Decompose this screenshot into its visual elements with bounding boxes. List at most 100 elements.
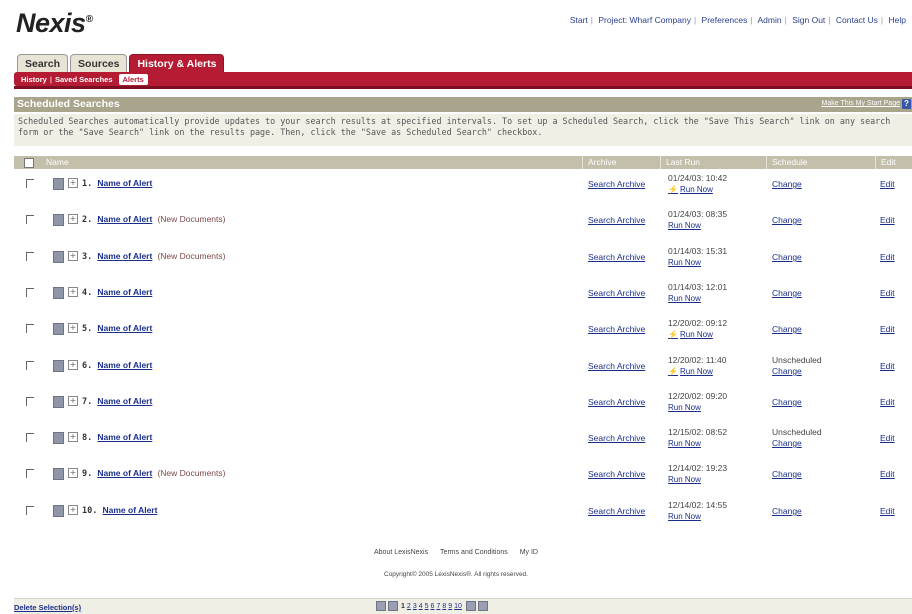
expand-icon[interactable]: +: [68, 287, 78, 297]
subtab-saved-searches[interactable]: Saved Searches: [52, 75, 116, 84]
row-checkbox[interactable]: [26, 433, 34, 442]
tab-history-alerts[interactable]: History & Alerts: [129, 54, 225, 72]
change-schedule-link[interactable]: Change: [772, 506, 802, 516]
help-icon[interactable]: ?: [902, 99, 911, 109]
alert-name-link[interactable]: Name of Alert: [97, 214, 152, 224]
edit-link[interactable]: Edit: [880, 215, 895, 225]
column-header-archive[interactable]: Archive: [588, 157, 616, 167]
topnav-admin[interactable]: Admin: [758, 15, 782, 25]
expand-icon[interactable]: +: [68, 178, 78, 188]
run-now-link[interactable]: Run Now: [668, 220, 727, 231]
run-now-link[interactable]: ⚡ Run Now: [668, 184, 727, 195]
delete-selection-button[interactable]: Delete Selection(s): [14, 603, 81, 612]
expand-icon[interactable]: +: [68, 251, 78, 261]
row-checkbox[interactable]: [26, 361, 34, 370]
previous-page-icon[interactable]: [388, 601, 398, 611]
row-checkbox[interactable]: [26, 252, 34, 261]
row-checkbox[interactable]: [26, 506, 34, 515]
page-link[interactable]: 5: [425, 603, 429, 610]
change-schedule-link[interactable]: Change: [772, 324, 802, 334]
footer-link-about[interactable]: About LexisNexis: [374, 549, 428, 556]
document-icon[interactable]: [53, 360, 64, 372]
alert-name-link[interactable]: Name of Alert: [97, 360, 152, 370]
search-archive-link[interactable]: Search Archive: [588, 324, 645, 334]
run-now-link[interactable]: Run Now: [668, 438, 727, 449]
edit-link[interactable]: Edit: [880, 469, 895, 479]
expand-icon[interactable]: +: [68, 468, 78, 478]
topnav-sign-out[interactable]: Sign Out: [792, 15, 825, 25]
expand-icon[interactable]: +: [68, 505, 78, 515]
next-page-icon[interactable]: [465, 601, 476, 611]
footer-link-my-id[interactable]: My ID: [520, 549, 538, 556]
search-archive-link[interactable]: Search Archive: [588, 288, 645, 298]
first-page-icon[interactable]: [376, 601, 386, 611]
page-link[interactable]: 7: [436, 603, 440, 610]
make-start-page-link[interactable]: Make This My Start Page: [822, 100, 900, 107]
tab-search[interactable]: Search: [17, 54, 69, 72]
run-now-link[interactable]: Run Now: [668, 257, 727, 268]
alert-name-link[interactable]: Name of Alert: [97, 432, 152, 442]
expand-icon[interactable]: +: [68, 360, 78, 370]
run-now-link[interactable]: Run Now: [668, 402, 727, 413]
search-archive-link[interactable]: Search Archive: [588, 397, 645, 407]
search-archive-link[interactable]: Search Archive: [588, 506, 645, 516]
change-schedule-link[interactable]: Change: [772, 469, 802, 479]
document-icon[interactable]: [53, 214, 64, 226]
column-header-name[interactable]: Name: [46, 157, 69, 167]
search-archive-link[interactable]: Search Archive: [588, 252, 645, 262]
run-now-link[interactable]: ⚡ Run Now: [668, 366, 726, 377]
footer-link-terms[interactable]: Terms and Conditions: [440, 549, 508, 556]
expand-icon[interactable]: +: [68, 396, 78, 406]
document-icon[interactable]: [53, 505, 64, 517]
alert-name-link[interactable]: Name of Alert: [97, 468, 152, 478]
run-now-link[interactable]: Run Now: [668, 293, 727, 304]
document-icon[interactable]: [53, 287, 64, 299]
page-link[interactable]: 3: [413, 603, 417, 610]
change-schedule-link[interactable]: Change: [772, 288, 802, 298]
change-schedule-link[interactable]: Change: [772, 397, 802, 407]
alert-name-link[interactable]: Name of Alert: [97, 323, 152, 333]
subtab-alerts[interactable]: Alerts: [118, 73, 148, 85]
tab-sources[interactable]: Sources: [70, 54, 128, 72]
edit-link[interactable]: Edit: [880, 324, 895, 334]
change-schedule-link[interactable]: Change: [772, 366, 802, 376]
alert-name-link[interactable]: Name of Alert: [102, 505, 157, 515]
row-checkbox[interactable]: [26, 179, 34, 188]
page-link[interactable]: 8: [442, 603, 446, 610]
column-header-last-run[interactable]: Last Run: [666, 157, 700, 167]
nexis-logo[interactable]: Nexis®: [16, 8, 93, 39]
search-archive-link[interactable]: Search Archive: [588, 433, 645, 443]
search-archive-link[interactable]: Search Archive: [588, 179, 645, 189]
document-icon[interactable]: [53, 178, 64, 190]
change-schedule-link[interactable]: Change: [772, 179, 802, 189]
search-archive-link[interactable]: Search Archive: [588, 215, 645, 225]
topnav-help[interactable]: Help: [889, 15, 906, 25]
page-link[interactable]: 10: [454, 603, 462, 610]
change-schedule-link[interactable]: Change: [772, 252, 802, 262]
column-header-edit[interactable]: Edit: [881, 157, 896, 167]
search-archive-link[interactable]: Search Archive: [588, 361, 645, 371]
select-all-checkbox[interactable]: [24, 158, 34, 168]
search-archive-link[interactable]: Search Archive: [588, 469, 645, 479]
topnav-start[interactable]: Start: [570, 15, 588, 25]
document-icon[interactable]: [53, 396, 64, 408]
change-schedule-link[interactable]: Change: [772, 438, 802, 448]
row-checkbox[interactable]: [26, 397, 34, 406]
document-icon[interactable]: [53, 251, 64, 263]
expand-icon[interactable]: +: [68, 323, 78, 333]
topnav-contact-us[interactable]: Contact Us: [836, 15, 878, 25]
edit-link[interactable]: Edit: [880, 506, 895, 516]
edit-link[interactable]: Edit: [880, 397, 895, 407]
document-icon[interactable]: [53, 468, 64, 480]
alert-name-link[interactable]: Name of Alert: [97, 396, 152, 406]
run-now-link[interactable]: Run Now: [668, 511, 727, 522]
page-link[interactable]: 2: [407, 603, 411, 610]
expand-icon[interactable]: +: [68, 214, 78, 224]
page-link[interactable]: 6: [431, 603, 435, 610]
edit-link[interactable]: Edit: [880, 361, 895, 371]
subtab-history[interactable]: History: [18, 75, 50, 84]
row-checkbox[interactable]: [26, 215, 34, 224]
column-header-schedule[interactable]: Schedule: [772, 157, 807, 167]
topnav-preferences[interactable]: Preferences: [702, 15, 748, 25]
page-link[interactable]: 1: [401, 603, 405, 610]
